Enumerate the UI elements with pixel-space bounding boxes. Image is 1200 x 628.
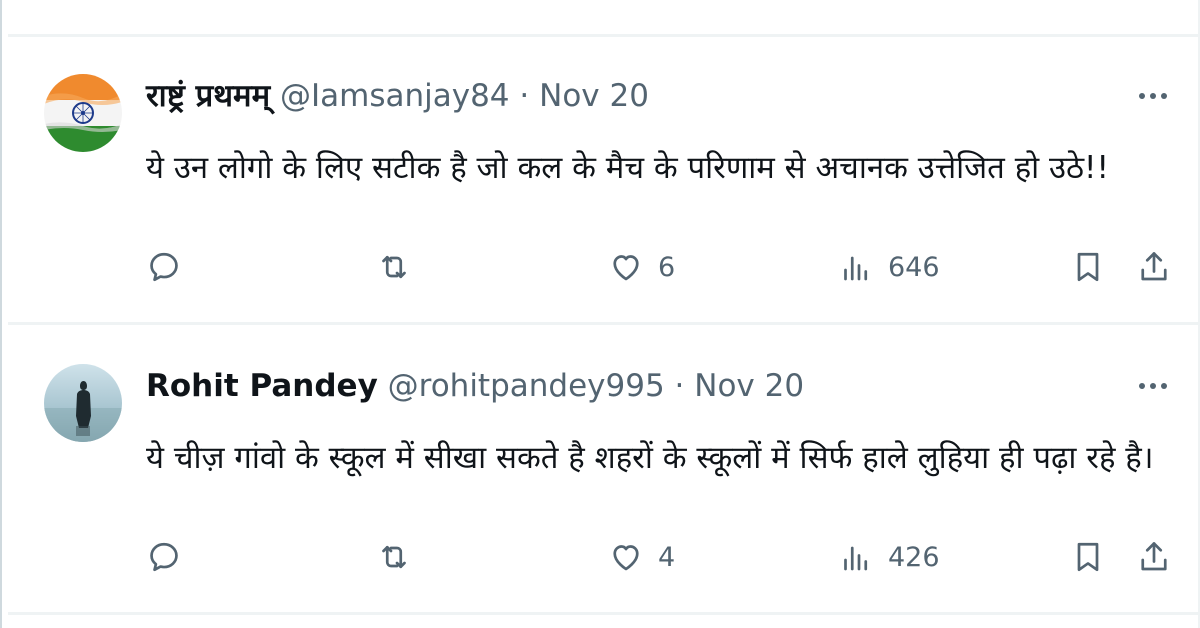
view-count: 646 <box>888 251 940 283</box>
retweet-button[interactable] <box>376 242 412 292</box>
tweet-header: राष्ट्रं प्रथमम् @Iamsanjay84 · Nov 20 <box>146 76 649 116</box>
heart-icon <box>613 255 639 281</box>
view-count: 426 <box>888 541 940 573</box>
separator: · <box>674 368 685 404</box>
views-icon <box>844 256 868 281</box>
timestamp[interactable]: Nov 20 <box>694 368 804 404</box>
tweet-text: ये चीज़ गांवो के स्कूल में सीखा सकते है … <box>146 440 1154 476</box>
author-handle[interactable]: @Iamsanjay84 <box>280 78 510 114</box>
separator: · <box>519 78 530 114</box>
reply-button[interactable] <box>146 242 182 292</box>
author-name[interactable]: Rohit Pandey <box>146 368 378 404</box>
bookmark-icon <box>1077 252 1099 282</box>
views-icon <box>844 546 868 571</box>
bookmark-button[interactable] <box>1070 532 1106 582</box>
more-icon[interactable] <box>1136 86 1170 106</box>
retweet-button[interactable] <box>376 532 412 582</box>
retweet-icon <box>382 255 406 279</box>
reply-icon <box>150 542 178 572</box>
share-button[interactable] <box>1136 242 1172 292</box>
views-button[interactable]: 426 <box>838 532 940 582</box>
author-name[interactable]: राष्ट्रं प्रथमम् <box>146 78 270 114</box>
bookmark-icon <box>1077 542 1099 572</box>
share-icon <box>1141 252 1167 281</box>
share-icon <box>1141 542 1167 571</box>
heart-icon <box>613 545 639 571</box>
tweet-text: ये उन लोगो के लिए सटीक है जो कल के मैच क… <box>146 150 1109 186</box>
timestamp[interactable]: Nov 20 <box>539 78 649 114</box>
like-count: 6 <box>658 251 676 283</box>
share-button[interactable] <box>1136 532 1172 582</box>
more-icon[interactable] <box>1136 376 1170 396</box>
tweet-header: Rohit Pandey @rohitpandey995 · Nov 20 <box>146 366 804 406</box>
action-bar: 4 426 <box>146 532 1176 582</box>
tweet[interactable]: राष्ट्रं प्रथमम् @Iamsanjay84 · Nov 20 य… <box>0 36 1200 316</box>
bookmark-button[interactable] <box>1070 242 1106 292</box>
author-handle[interactable]: @rohitpandey995 <box>388 368 665 404</box>
divider <box>8 612 1200 615</box>
tweet[interactable]: Rohit Pandey @rohitpandey995 · Nov 20 ये… <box>0 326 1200 606</box>
like-button[interactable]: 4 <box>608 532 675 582</box>
india-flag-avatar[interactable] <box>44 74 122 152</box>
like-button[interactable]: 6 <box>608 242 675 292</box>
reply-icon <box>150 252 178 282</box>
divider <box>8 322 1200 325</box>
like-count: 4 <box>658 541 676 573</box>
silhouette-avatar[interactable] <box>44 364 122 442</box>
action-bar: 6 646 <box>146 242 1176 292</box>
views-button[interactable]: 646 <box>838 242 940 292</box>
reply-button[interactable] <box>146 532 182 582</box>
retweet-icon <box>382 545 406 569</box>
